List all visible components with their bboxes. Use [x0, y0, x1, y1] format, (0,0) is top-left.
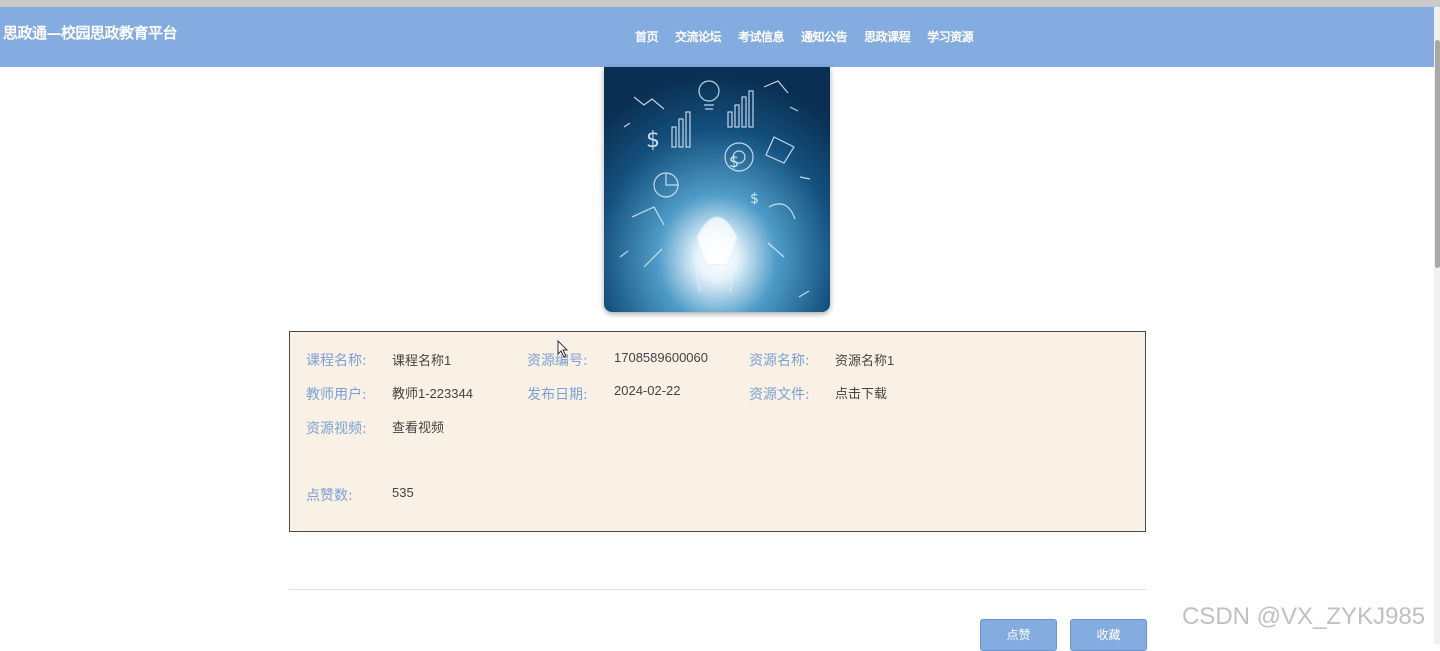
- likes-label: 点赞数:: [306, 488, 353, 504]
- resource-video-label: 资源视频:: [306, 421, 367, 437]
- publish-date-value: 2024-02-22: [614, 383, 681, 398]
- resource-name-label: 资源名称:: [749, 353, 810, 369]
- scrollbar-thumb[interactable]: [1435, 40, 1440, 268]
- svg-text:$: $: [729, 152, 739, 171]
- nav-notices[interactable]: 通知公告: [801, 28, 848, 45]
- teacher-label: 教师用户:: [306, 387, 367, 403]
- course-name-label: 课程名称:: [306, 353, 367, 369]
- resource-details-panel: 课程名称: 课程名称1 资源编号: 1708589600060 资源名称: 资源…: [289, 331, 1146, 532]
- mouse-cursor-icon: [557, 340, 569, 358]
- top-navbar: 思政通—校园思政教育平台 首页 交流论坛 考试信息 通知公告 思政课程 学习资源: [0, 7, 1436, 67]
- nav-courses[interactable]: 思政课程: [864, 28, 911, 45]
- nav-home[interactable]: 首页: [635, 28, 659, 45]
- resource-no-value: 1708589600060: [614, 350, 708, 365]
- section-divider: [289, 589, 1146, 590]
- site-brand[interactable]: 思政通—校园思政教育平台: [3, 22, 178, 43]
- favorite-button[interactable]: 收藏: [1070, 619, 1147, 651]
- publish-date-label: 发布日期:: [527, 387, 588, 403]
- likes-count: 535: [392, 485, 414, 500]
- browser-top-strip: [0, 0, 1440, 7]
- svg-text:$: $: [646, 128, 660, 153]
- nav-resources[interactable]: 学习资源: [927, 28, 974, 45]
- nav-exam-info[interactable]: 考试信息: [738, 28, 785, 45]
- view-video-link[interactable]: 查看视频: [392, 417, 444, 436]
- main-nav: 首页 交流论坛 考试信息 通知公告 思政课程 学习资源: [635, 28, 990, 45]
- like-button[interactable]: 点赞: [980, 619, 1057, 651]
- nav-forum[interactable]: 交流论坛: [675, 28, 722, 45]
- svg-text:$: $: [750, 191, 759, 207]
- course-name-value: 课程名称1: [392, 353, 452, 368]
- resource-cover-image: $ $ $: [604, 67, 830, 312]
- download-file-link[interactable]: 点击下载: [835, 383, 887, 402]
- lightbulb-business-sketch-image: $ $ $: [604, 67, 830, 312]
- teacher-value: 教师1-223344: [392, 386, 473, 401]
- csdn-watermark: CSDN @VX_ZYKJ985: [1182, 603, 1426, 630]
- resource-file-label: 资源文件:: [749, 387, 810, 403]
- resource-name-value: 资源名称1: [835, 353, 895, 368]
